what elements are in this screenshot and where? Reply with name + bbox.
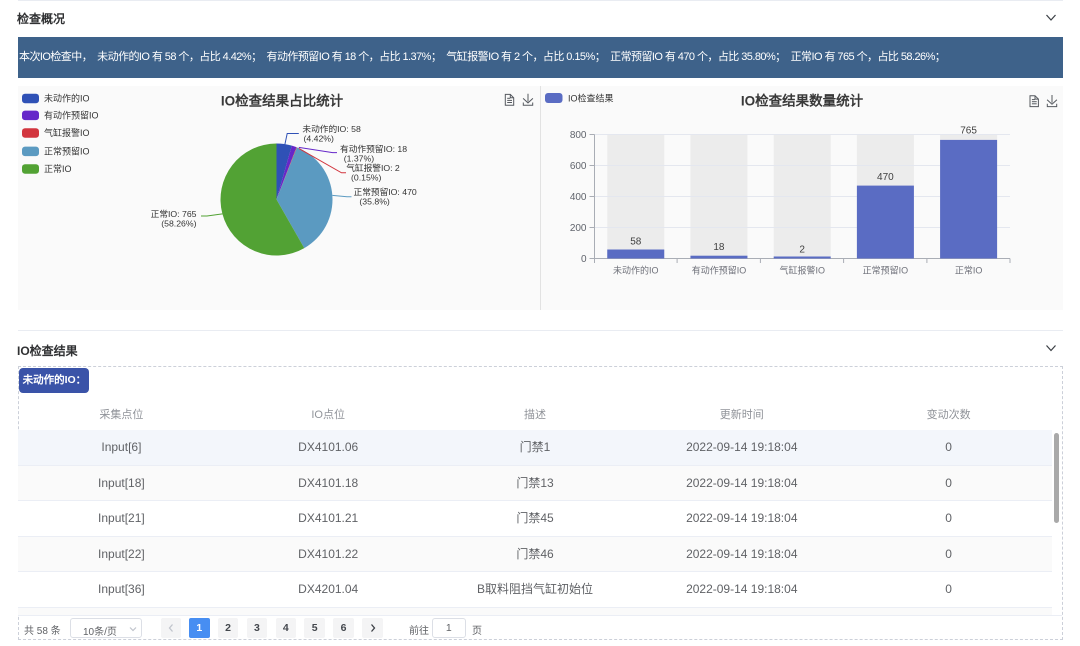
- svg-text:正常IO: 正常IO: [955, 264, 983, 275]
- svg-text:未动作的IO: 未动作的IO: [44, 93, 90, 104]
- svg-text:765: 765: [960, 126, 977, 137]
- svg-text:(0.15%): (0.15%): [351, 173, 382, 183]
- svg-text:气缸报警IO: 气缸报警IO: [779, 264, 825, 275]
- svg-text:有动作预留IO: 有动作预留IO: [692, 264, 747, 275]
- svg-text:气缸报警IO: 气缸报警IO: [44, 127, 90, 138]
- svg-text:58: 58: [630, 237, 642, 248]
- svg-text:(58.26%): (58.26%): [161, 219, 196, 229]
- svg-text:470: 470: [877, 172, 894, 183]
- svg-text:气缸报警IO: 2: 气缸报警IO: 2: [346, 162, 400, 173]
- svg-text:(4.42%): (4.42%): [304, 134, 335, 144]
- svg-text:有动作预留IO: 有动作预留IO: [44, 109, 99, 120]
- svg-text:IO检查结果: IO检查结果: [568, 93, 614, 104]
- svg-text:IO检查结果数量统计: IO检查结果数量统计: [741, 93, 864, 109]
- svg-text:正常预留IO: 正常预留IO: [863, 264, 909, 275]
- svg-text:800: 800: [570, 130, 587, 141]
- svg-text:(35.8%): (35.8%): [359, 197, 390, 207]
- svg-text:0: 0: [581, 254, 587, 265]
- svg-text:200: 200: [570, 223, 587, 234]
- svg-text:未动作的IO: 未动作的IO: [613, 264, 659, 275]
- svg-text:IO检查结果占比统计: IO检查结果占比统计: [221, 93, 344, 109]
- svg-text:正常预留IO: 470: 正常预留IO: 470: [354, 186, 417, 197]
- svg-text:600: 600: [570, 161, 587, 172]
- svg-text:(1.37%): (1.37%): [344, 154, 375, 164]
- svg-text:2: 2: [799, 245, 805, 256]
- svg-text:18: 18: [713, 242, 725, 253]
- svg-text:有动作预留IO: 18: 有动作预留IO: 18: [340, 143, 407, 154]
- svg-text:正常IO: 765: 正常IO: 765: [151, 208, 197, 219]
- svg-text:400: 400: [570, 192, 587, 203]
- svg-text:正常预留IO: 正常预留IO: [44, 145, 90, 156]
- svg-text:未动作的IO: 58: 未动作的IO: 58: [302, 123, 361, 134]
- svg-text:正常IO: 正常IO: [44, 163, 72, 174]
